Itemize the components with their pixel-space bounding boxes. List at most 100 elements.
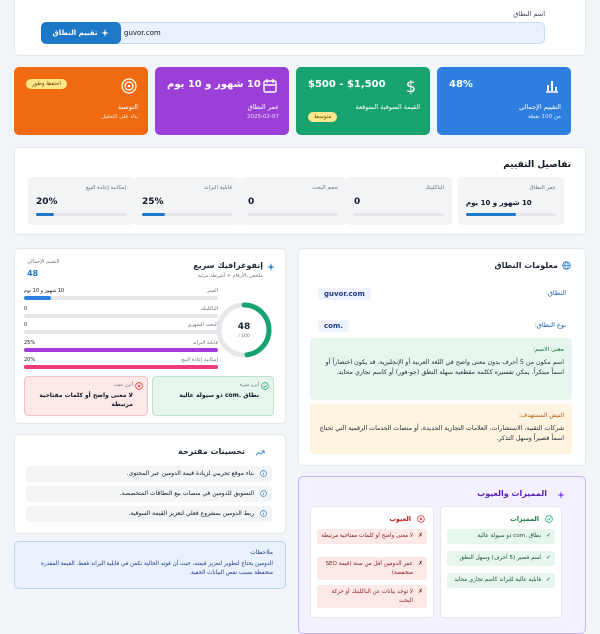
top-strength-box: أبرز ميزة نطاق .com ذو سيولة عالية	[152, 376, 274, 416]
con-item: ✗ لا معنى واضح أو كلمات مفتاحية مرتبطة	[317, 529, 427, 544]
metric-bar	[354, 213, 444, 216]
metric-bar	[36, 213, 126, 216]
bar-track	[24, 314, 218, 318]
metric-label: عمر النطاق	[529, 185, 556, 191]
bar-value: 0	[24, 322, 28, 328]
metric-backlinks: الباكلينك 0	[346, 177, 452, 225]
metric-value: 0	[248, 197, 255, 207]
infographic-bar-resale: إمكانية إعادة البيع 20%	[24, 357, 218, 371]
metric-bar-fill	[142, 213, 165, 216]
metric-search-volume: حجم البحث 0	[240, 177, 346, 225]
domain-info-title-text: معلومات النطاق	[494, 261, 559, 270]
con-item: ✗ عمر الدومين أقل من سنة (قيمة SEO منخفضة…	[317, 557, 427, 580]
x-circle-icon	[135, 382, 143, 390]
domain-info-title: معلومات النطاق	[495, 261, 572, 270]
check-circle-icon	[261, 382, 269, 390]
improvement-item: بناء موقع تجريبي لزيادة قيمة الدومين عبر…	[26, 466, 272, 482]
improvement-text: ربط الدومين بمشروع فعلي لتعزيز القيمة ال…	[128, 510, 254, 517]
target-niche-label: النيش المستهدف:	[519, 412, 564, 419]
metric-bar-fill	[466, 213, 516, 216]
target-niche-box: النيش المستهدف: شركات التقنية، الاستشارا…	[310, 404, 572, 454]
tile-domain-age: 10 شهور و 10 يوم عمر النطاق 2025-02-07	[155, 67, 289, 135]
info-type-label: نوع النطاق:	[534, 321, 566, 329]
sparkle-icon	[101, 29, 110, 37]
x-icon: ✗	[417, 588, 423, 595]
overall-rating-title: التقييم الإجمالي	[518, 103, 561, 111]
metric-bar	[248, 213, 338, 216]
gauge-sub: 100 /	[238, 334, 250, 339]
metric-resale: إمكانية إعادة البيع 20%	[28, 177, 134, 225]
dollar-icon: $	[406, 77, 416, 95]
x-circle-icon	[417, 515, 425, 523]
infographic-subtitle: ملخص بالأرقام + أشرطة مرئية	[197, 273, 263, 279]
infographic-title: إنفوغرافيك سريع	[193, 261, 263, 270]
recommendation-sub: بناء على التحليل	[101, 114, 138, 120]
x-icon: ✗	[417, 532, 423, 539]
pros-title: المميزات	[510, 515, 539, 523]
bar-track	[24, 348, 218, 352]
metric-label: قابلية البراند	[204, 185, 232, 191]
pro-item: ✓ قابلية عالية للبراند كاسم تجاري محايد	[447, 573, 555, 588]
metric-value: 25%	[142, 197, 164, 207]
globe-icon	[562, 261, 571, 270]
infographic-bar-search: البحث الشهري 0	[24, 322, 218, 336]
metric-value: 10 شهور و 10 يوم	[466, 199, 532, 207]
bar-track	[24, 296, 218, 300]
notes-text: الدومين يحتاج لتطوير لتعزيز قيمته، حيث أ…	[40, 561, 273, 576]
check-icon: ✓	[545, 576, 551, 583]
info-icon	[260, 470, 267, 477]
domain-input[interactable]	[111, 22, 545, 44]
name-meaning-text: اسم مكون من 5 أحرف بدون معنى واضح في الل…	[325, 359, 564, 376]
info-domain-value: guvor.com	[318, 288, 371, 300]
top-weakness-box: أبرز عيب لا معنى واضح أو كلمات مفتاحية م…	[24, 376, 148, 416]
x-icon: ✗	[417, 560, 423, 567]
info-icon	[260, 490, 267, 497]
check-circle-icon	[545, 515, 553, 523]
pros-box: المميزات ✓ نطاق .com ذو سيولة عالية ✓ اسم …	[440, 506, 562, 618]
bar-fill	[24, 348, 218, 352]
overall-rating-sub: من 100 نقطة	[528, 114, 561, 120]
evaluate-button[interactable]: تقييم النطاق	[41, 22, 121, 44]
calendar-icon	[263, 79, 277, 93]
metric-brandability: قابلية البراند 25%	[134, 177, 240, 225]
pro-item: ✓ اسم قصير (5 أحرف) وسهل النطق	[447, 551, 555, 566]
bar-label: العمر	[207, 288, 218, 294]
bar-value: 20%	[24, 357, 36, 363]
improvement-item: التسويق للدومين في منصات بيع النطاقات ال…	[26, 486, 272, 502]
improvement-item: ربط الدومين بمشروع فعلي لتعزيز القيمة ال…	[26, 506, 272, 522]
market-value: $1,500 - $500	[308, 79, 386, 90]
svg-text:$: $	[406, 77, 416, 95]
trending-up-icon	[255, 450, 265, 456]
top-weakness-text: لا معنى واضح أو كلمات مفتاحية مرتبطة	[39, 392, 133, 408]
metric-bar	[142, 213, 232, 216]
metric-domain-age: عمر النطاق 10 شهور و 10 يوم	[458, 177, 564, 225]
tile-market-value: $ $1,500 - $500 القيمة السوقية المتوقعة …	[296, 67, 430, 135]
info-domain-label: النطاق:	[545, 289, 566, 297]
con-text: لا معنى واضح أو كلمات مفتاحية مرتبطة	[321, 533, 413, 539]
improvement-text: التسويق للدومين في منصات بيع النطاقات ال…	[119, 490, 254, 497]
pro-text: اسم قصير (5 أحرف) وسهل النطق	[459, 555, 541, 561]
bar-value: 10 شهور و 10 يوم	[24, 288, 65, 294]
domain-form: اسم النطاق تقييم النطاق	[14, 0, 586, 56]
name-meaning-label: معنى الاسم:	[533, 346, 564, 353]
recommendation-title: التوصية	[117, 103, 138, 111]
gauge-value: 48	[237, 322, 251, 332]
bar-label: إمكانية إعادة البيع	[181, 357, 218, 363]
sparkle-icon	[557, 491, 565, 499]
sparkle-icon	[267, 263, 275, 271]
top-strength-label: أبرز ميزة	[239, 382, 259, 388]
metric-label: الباكلينك	[425, 185, 444, 191]
pro-text: نطاق .com ذو سيولة عالية	[477, 533, 541, 539]
info-row-type: نوع النطاق: .com	[310, 314, 572, 336]
pro-item: ✓ نطاق .com ذو سيولة عالية	[447, 529, 555, 544]
metric-value: 0	[354, 197, 361, 207]
market-value-title: القيمة السوقية المتوقعة	[355, 103, 421, 111]
name-meaning-box: معنى الاسم: اسم مكون من 5 أحرف بدون معنى…	[310, 338, 572, 400]
details-title: تفاصيل التقييم	[503, 160, 571, 170]
target-icon	[121, 78, 137, 94]
notes-title: ملاحظات	[250, 549, 273, 556]
con-item: ✗ لا توجد بيانات عن الباكلينك أو حركة الب…	[317, 585, 427, 608]
pro-text: قابلية عالية للبراند كاسم تجاري محايد	[454, 577, 541, 583]
check-icon: ✓	[545, 554, 551, 561]
bar-track	[24, 365, 218, 369]
